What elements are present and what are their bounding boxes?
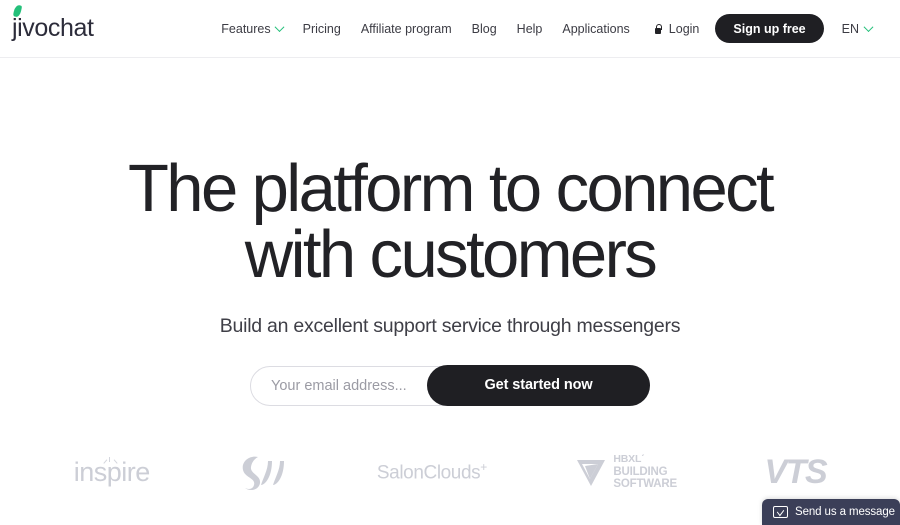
signup-free-button[interactable]: Sign up free: [715, 14, 824, 43]
hero-section: The platform to connect with customers B…: [0, 58, 900, 407]
brand-label: VTS: [764, 452, 828, 491]
page-title: The platform to connect with customers: [0, 155, 900, 293]
nav-item-pricing[interactable]: Pricing: [293, 22, 351, 36]
customer-logo-strip: inspire SalonClouds+ HBXLˊ BUILDING SOFT…: [0, 442, 900, 502]
main-navigation: Features Pricing Affiliate program Blog …: [211, 14, 874, 43]
brand-line-2: BUILDING: [613, 465, 668, 478]
hero-subtitle: Build an excellent support service throu…: [219, 314, 681, 337]
headline-line-2: with customers: [244, 217, 658, 293]
brand-logo-hbxl: HBXLˊ BUILDING SOFTWARE: [574, 442, 677, 502]
wave-logo-icon: [243, 456, 285, 491]
chat-widget-button[interactable]: Send us a message: [762, 499, 900, 525]
headline-line-1: The platform to connect: [127, 151, 775, 226]
lock-icon: [654, 23, 663, 34]
logo-text: jivochat: [12, 14, 94, 42]
chat-widget-label: Send us a message: [795, 506, 895, 518]
get-started-button[interactable]: Get started now: [427, 364, 650, 406]
nav-item-label: Blog: [471, 21, 497, 36]
site-header: jivochat Features Pricing Affiliate prog…: [0, 0, 900, 58]
triangle-logo-icon: [577, 460, 606, 486]
nav-item-blog[interactable]: Blog: [462, 22, 507, 36]
language-label: EN: [841, 21, 859, 36]
chevron-down-icon: [274, 22, 285, 33]
nav-item-help[interactable]: Help: [507, 22, 553, 36]
brand-logo-wave: [237, 442, 289, 502]
site-logo[interactable]: jivochat: [12, 4, 94, 42]
nav-item-features[interactable]: Features: [211, 22, 292, 36]
nav-item-label: Features: [221, 21, 271, 36]
brand-line-3: SOFTWARE: [613, 478, 677, 491]
nav-item-applications[interactable]: Applications: [552, 22, 639, 36]
nav-item-affiliate-program[interactable]: Affiliate program: [351, 22, 462, 36]
brand-line-1: HBXLˊ: [613, 452, 645, 465]
chat-chevron-icon: [773, 506, 788, 518]
brand-logo-vts: VTS: [764, 442, 828, 502]
login-label: Login: [668, 21, 700, 36]
signup-form: Get started now: [0, 364, 900, 407]
brand-logo-salonclouds: SalonClouds+: [377, 442, 487, 502]
brand-superscript: +: [480, 459, 487, 474]
language-selector[interactable]: EN: [824, 21, 874, 36]
nav-item-label: Affiliate program: [360, 21, 452, 36]
login-link[interactable]: Login: [640, 22, 712, 36]
sparkle-icon: [103, 456, 119, 468]
nav-item-label: Applications: [562, 21, 630, 36]
brand-label: SalonClouds: [376, 462, 481, 484]
nav-item-label: Help: [516, 21, 543, 36]
brand-logo-inspire: inspire: [74, 442, 150, 502]
chevron-down-icon: [863, 22, 874, 33]
nav-item-label: Pricing: [302, 21, 341, 36]
